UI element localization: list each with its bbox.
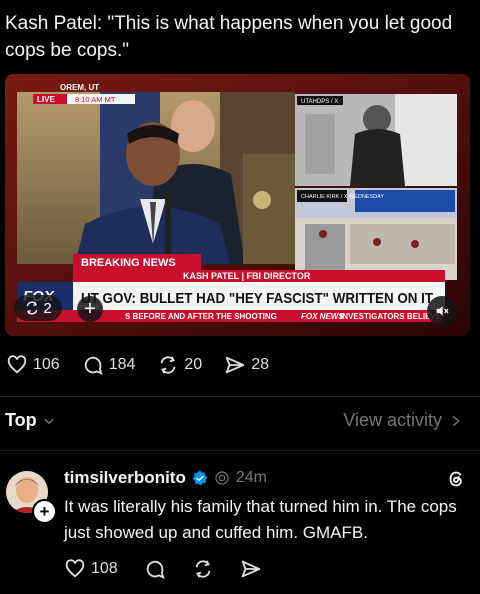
live-label: LIVE (37, 95, 55, 104)
reply-like-button[interactable]: 108 (64, 558, 118, 580)
plus-icon[interactable]: + (77, 296, 103, 322)
breaking-news-label: BREAKING NEWS (81, 257, 176, 269)
mute-button[interactable] (427, 296, 457, 326)
reply-repost-button[interactable] (192, 558, 214, 580)
repost-icon (27, 301, 38, 315)
ticker-brand: FOX NEWS (301, 312, 344, 321)
repost-icon (195, 560, 211, 578)
view-activity-label: View activity (343, 410, 442, 430)
reply-share-button[interactable] (240, 558, 262, 580)
comment-icon (146, 560, 165, 579)
repost-icon (161, 356, 176, 374)
headline: UT GOV: BULLET HAD "HEY FASCIST" WRITTEN… (81, 290, 433, 307)
location-label: OREM, UT (60, 83, 99, 92)
share-count: 28 (251, 356, 269, 373)
repost-count-label: 20 (184, 356, 203, 373)
post-actions: 106 184 20 28 (6, 352, 291, 378)
inset-1-tag: UTAHDPS / X (301, 99, 338, 105)
comment-icon (84, 356, 103, 375)
verified-badge-icon (192, 470, 208, 486)
sort-label: Top (5, 410, 37, 430)
reply-button[interactable]: 184 (82, 354, 136, 376)
name-line: KASH PATEL | FBI DIRECTOR (183, 271, 311, 281)
like-button[interactable]: 106 (6, 354, 60, 376)
ai-label-icon (215, 471, 229, 485)
ticker-text: S BEFORE AND AFTER THE SHOOTING (125, 312, 277, 321)
chevron-down-icon (44, 418, 54, 424)
video-thumbnail[interactable]: UTAHDPS / X CHARLIE KIRK / X WEDNESDAY O… (5, 74, 470, 336)
reply-like-count: 108 (91, 560, 118, 577)
reply-comment-button[interactable] (144, 558, 166, 580)
divider (0, 450, 480, 451)
reply-header: timsilverbonito 24m (64, 468, 267, 488)
repost-count: 2 (43, 299, 52, 317)
live-time: 8:10 AM MT (75, 95, 116, 104)
reply-time: 24m (235, 469, 267, 486)
mute-icon (436, 306, 449, 316)
reply-count: 184 (108, 356, 136, 373)
share-icon (241, 560, 260, 578)
repost-count-badge[interactable]: 2 (14, 295, 62, 321)
chevron-right-icon (452, 415, 460, 426)
threads-logo-icon[interactable] (445, 468, 467, 490)
reply-actions: 108 (64, 558, 288, 580)
news-broadcast-frame: UTAHDPS / X CHARLIE KIRK / X WEDNESDAY O… (5, 74, 470, 336)
follow-plus-icon[interactable]: + (32, 499, 57, 524)
inset-2-tag: CHARLIE KIRK / X WEDNESDAY (301, 194, 384, 200)
heart-icon (7, 355, 27, 374)
heart-icon (65, 559, 85, 578)
repost-button[interactable]: 20 (157, 354, 202, 376)
view-activity-link[interactable]: View activity (343, 410, 462, 431)
reply-username[interactable]: timsilverbonito (64, 468, 186, 488)
share-icon (226, 356, 245, 374)
sort-dropdown[interactable]: Top (5, 410, 56, 431)
divider (0, 396, 480, 397)
share-button[interactable]: 28 (224, 354, 269, 376)
post-text: Kash Patel: "This is what happens when y… (5, 13, 453, 61)
like-count: 106 (33, 356, 60, 373)
reply-text: It was literally his family that turned … (64, 497, 457, 542)
